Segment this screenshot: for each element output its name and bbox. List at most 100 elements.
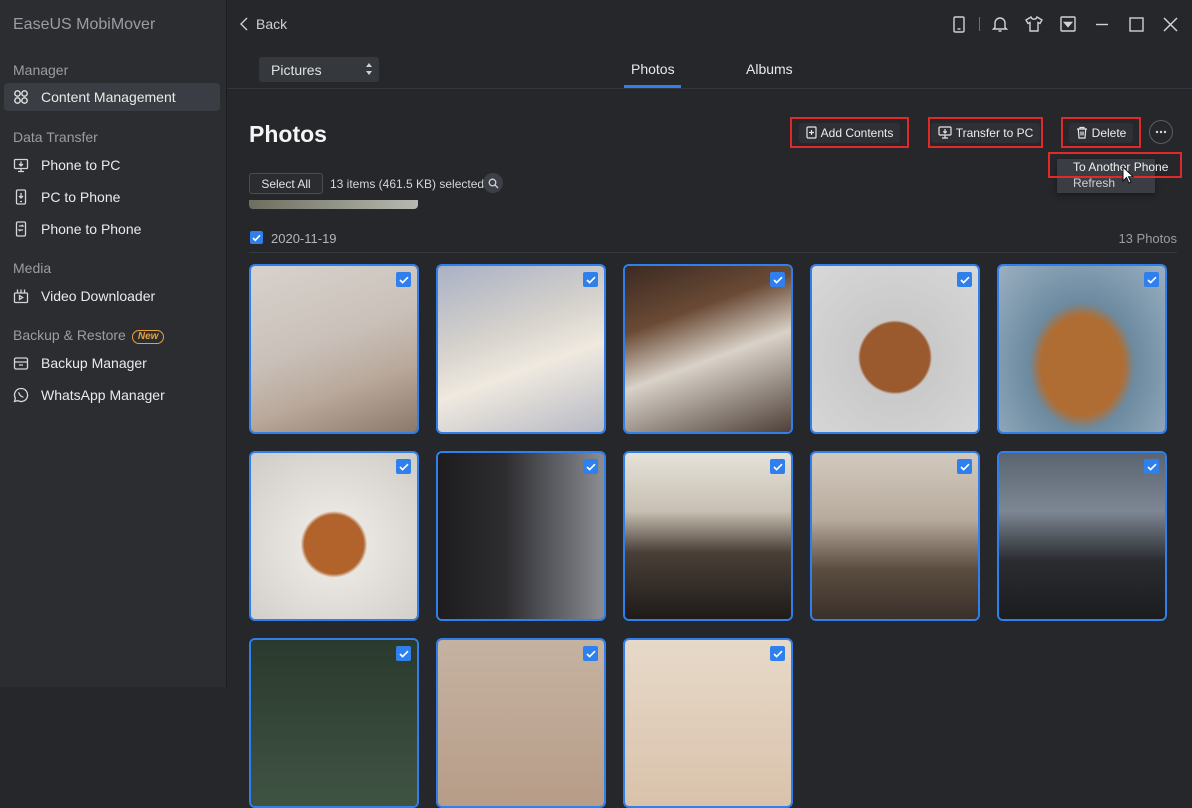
menu-item-to-another-phone[interactable]: To Another Phone bbox=[1073, 160, 1168, 174]
photo-thumbnail[interactable] bbox=[436, 451, 606, 621]
search-button[interactable] bbox=[483, 173, 503, 193]
bell-icon[interactable] bbox=[989, 13, 1011, 35]
sidebar-item-pc-to-phone[interactable]: PC to Phone bbox=[4, 183, 220, 211]
more-options-button[interactable] bbox=[1149, 120, 1173, 144]
content-icon bbox=[12, 88, 30, 106]
chevron-left-icon bbox=[240, 17, 248, 31]
photo-image bbox=[625, 640, 791, 806]
category-value: Pictures bbox=[271, 61, 322, 78]
photo-thumbnail[interactable] bbox=[997, 451, 1167, 621]
add-contents-button[interactable]: Add Contents bbox=[790, 117, 909, 148]
sidebar-item-whatsapp-manager[interactable]: WhatsApp Manager bbox=[4, 381, 220, 409]
photo-thumbnail[interactable] bbox=[436, 264, 606, 434]
photo-checkbox[interactable] bbox=[396, 459, 411, 474]
check-icon bbox=[252, 234, 261, 241]
check-icon bbox=[585, 276, 596, 284]
photo-checkbox[interactable] bbox=[770, 646, 785, 661]
sidebar-item-backup-manager[interactable]: Backup Manager bbox=[4, 349, 220, 377]
delete-button[interactable]: Delete bbox=[1061, 117, 1141, 148]
add-contents-label: Add Contents bbox=[820, 125, 894, 140]
transfer-to-pc-label: Transfer to PC bbox=[955, 125, 1034, 140]
check-icon bbox=[959, 463, 970, 471]
photo-checkbox[interactable] bbox=[583, 646, 598, 661]
photo-image bbox=[251, 640, 417, 806]
tab-photos[interactable]: Photos bbox=[631, 61, 675, 77]
back-label: Back bbox=[256, 16, 288, 32]
photo-checkbox[interactable] bbox=[396, 272, 411, 287]
back-button[interactable]: Back bbox=[240, 14, 287, 34]
photo-thumbnail[interactable] bbox=[249, 264, 419, 434]
photo-checkbox[interactable] bbox=[770, 459, 785, 474]
photo-thumbnail[interactable] bbox=[436, 638, 606, 808]
photo-image bbox=[438, 640, 604, 806]
close-icon[interactable] bbox=[1159, 13, 1181, 35]
dropdown-icon[interactable] bbox=[1057, 13, 1079, 35]
photo-thumbnail[interactable] bbox=[623, 638, 793, 808]
photo-checkbox[interactable] bbox=[396, 646, 411, 661]
check-icon bbox=[585, 650, 596, 658]
sidebar: EaseUS MobiMover Manager Content Managem… bbox=[0, 0, 227, 687]
check-icon bbox=[1146, 463, 1157, 471]
section-data-transfer: Data Transfer bbox=[13, 129, 98, 145]
device-icon[interactable] bbox=[948, 13, 970, 35]
mouse-cursor-icon bbox=[1122, 166, 1134, 184]
divider bbox=[979, 17, 980, 31]
category-select[interactable]: Pictures bbox=[259, 57, 379, 82]
photo-thumbnail[interactable] bbox=[623, 451, 793, 621]
transfer-to-pc-button[interactable]: Transfer to PC bbox=[928, 117, 1043, 148]
photo-image bbox=[999, 453, 1165, 619]
tab-albums[interactable]: Albums bbox=[746, 61, 793, 77]
updown-arrows-icon bbox=[366, 63, 372, 75]
search-icon bbox=[488, 178, 498, 188]
sidebar-item-label: WhatsApp Manager bbox=[41, 387, 165, 403]
photo-checkbox[interactable] bbox=[1144, 459, 1159, 474]
phone-to-pc-icon bbox=[12, 156, 30, 174]
sidebar-item-phone-to-pc[interactable]: Phone to PC bbox=[4, 151, 220, 179]
photo-thumbnail[interactable] bbox=[810, 451, 980, 621]
photo-thumbnail[interactable] bbox=[810, 264, 980, 434]
backup-icon bbox=[12, 354, 30, 372]
group-checkbox[interactable] bbox=[250, 231, 263, 244]
check-icon bbox=[1146, 276, 1157, 284]
sidebar-item-content-management[interactable]: Content Management bbox=[4, 83, 220, 111]
photo-thumbnail[interactable] bbox=[623, 264, 793, 434]
photo-thumbnail[interactable] bbox=[997, 264, 1167, 434]
check-icon bbox=[398, 463, 409, 471]
check-icon bbox=[398, 276, 409, 284]
video-downloader-icon bbox=[12, 287, 30, 305]
photo-checkbox[interactable] bbox=[1144, 272, 1159, 287]
group-date: 2020-11-19 bbox=[271, 231, 337, 246]
header-divider bbox=[227, 88, 1192, 89]
sidebar-item-label: Backup Manager bbox=[41, 355, 147, 371]
menu-item-refresh[interactable]: Refresh bbox=[1073, 176, 1115, 190]
minimize-icon[interactable] bbox=[1091, 13, 1113, 35]
select-all-button[interactable]: Select All bbox=[249, 173, 323, 194]
photo-checkbox[interactable] bbox=[957, 272, 972, 287]
photo-checkbox[interactable] bbox=[583, 459, 598, 474]
sidebar-item-phone-to-phone[interactable]: Phone to Phone bbox=[4, 215, 220, 243]
shirt-icon[interactable] bbox=[1023, 13, 1045, 35]
page-title: Photos bbox=[249, 121, 327, 147]
section-backup-restore: Backup & Restore New bbox=[13, 327, 165, 344]
photo-checkbox[interactable] bbox=[583, 272, 598, 287]
photo-thumbnail[interactable] bbox=[249, 638, 419, 808]
check-icon bbox=[772, 650, 783, 658]
sidebar-item-label: Phone to Phone bbox=[41, 221, 142, 237]
photo-thumbnail[interactable] bbox=[249, 451, 419, 621]
photo-image bbox=[438, 266, 604, 432]
sidebar-item-video-downloader[interactable]: Video Downloader bbox=[4, 282, 220, 310]
photo-image bbox=[625, 266, 791, 432]
whatsapp-icon bbox=[12, 386, 30, 404]
check-icon bbox=[959, 276, 970, 284]
trash-icon bbox=[1076, 126, 1087, 139]
photo-image bbox=[251, 453, 417, 619]
photo-image bbox=[999, 266, 1165, 432]
photo-checkbox[interactable] bbox=[957, 459, 972, 474]
app-title: EaseUS MobiMover bbox=[13, 16, 156, 33]
photo-image bbox=[625, 453, 791, 619]
photo-checkbox[interactable] bbox=[770, 272, 785, 287]
group-divider bbox=[249, 252, 1177, 253]
check-icon bbox=[398, 650, 409, 658]
maximize-icon[interactable] bbox=[1125, 13, 1147, 35]
computer-icon bbox=[938, 126, 952, 139]
